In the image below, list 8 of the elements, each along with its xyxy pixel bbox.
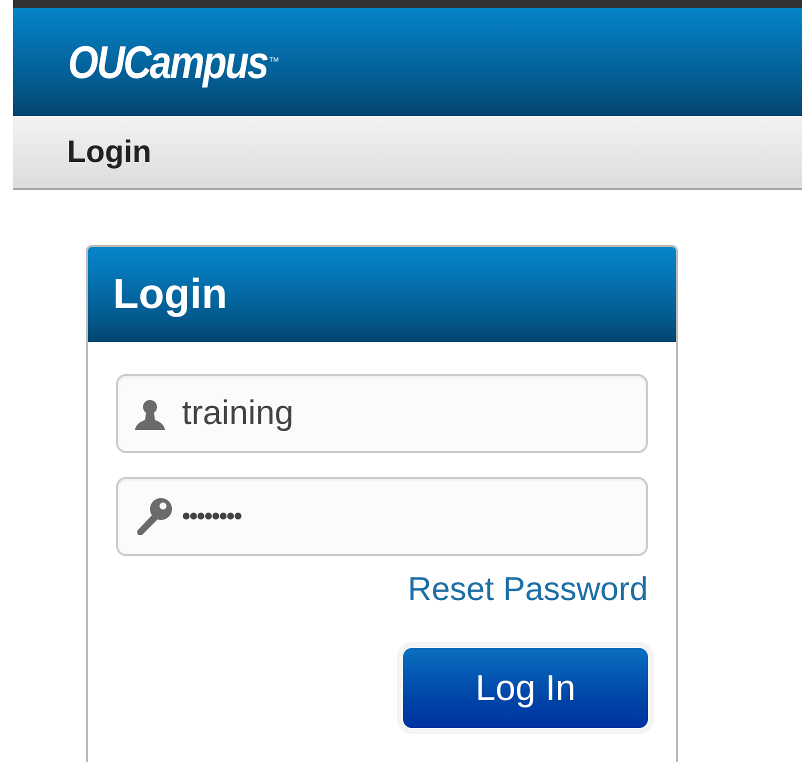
username-field[interactable]: training <box>116 374 648 453</box>
trademark-mark: ™ <box>268 54 280 70</box>
reset-password-link[interactable]: Reset Password <box>408 564 648 614</box>
panel-title: Login <box>113 269 228 320</box>
page-title: Login <box>67 133 152 171</box>
login-button[interactable]: Log In <box>403 648 648 728</box>
password-field[interactable]: •••••••• <box>116 477 648 556</box>
logo[interactable]: OUCampus <box>68 39 268 85</box>
